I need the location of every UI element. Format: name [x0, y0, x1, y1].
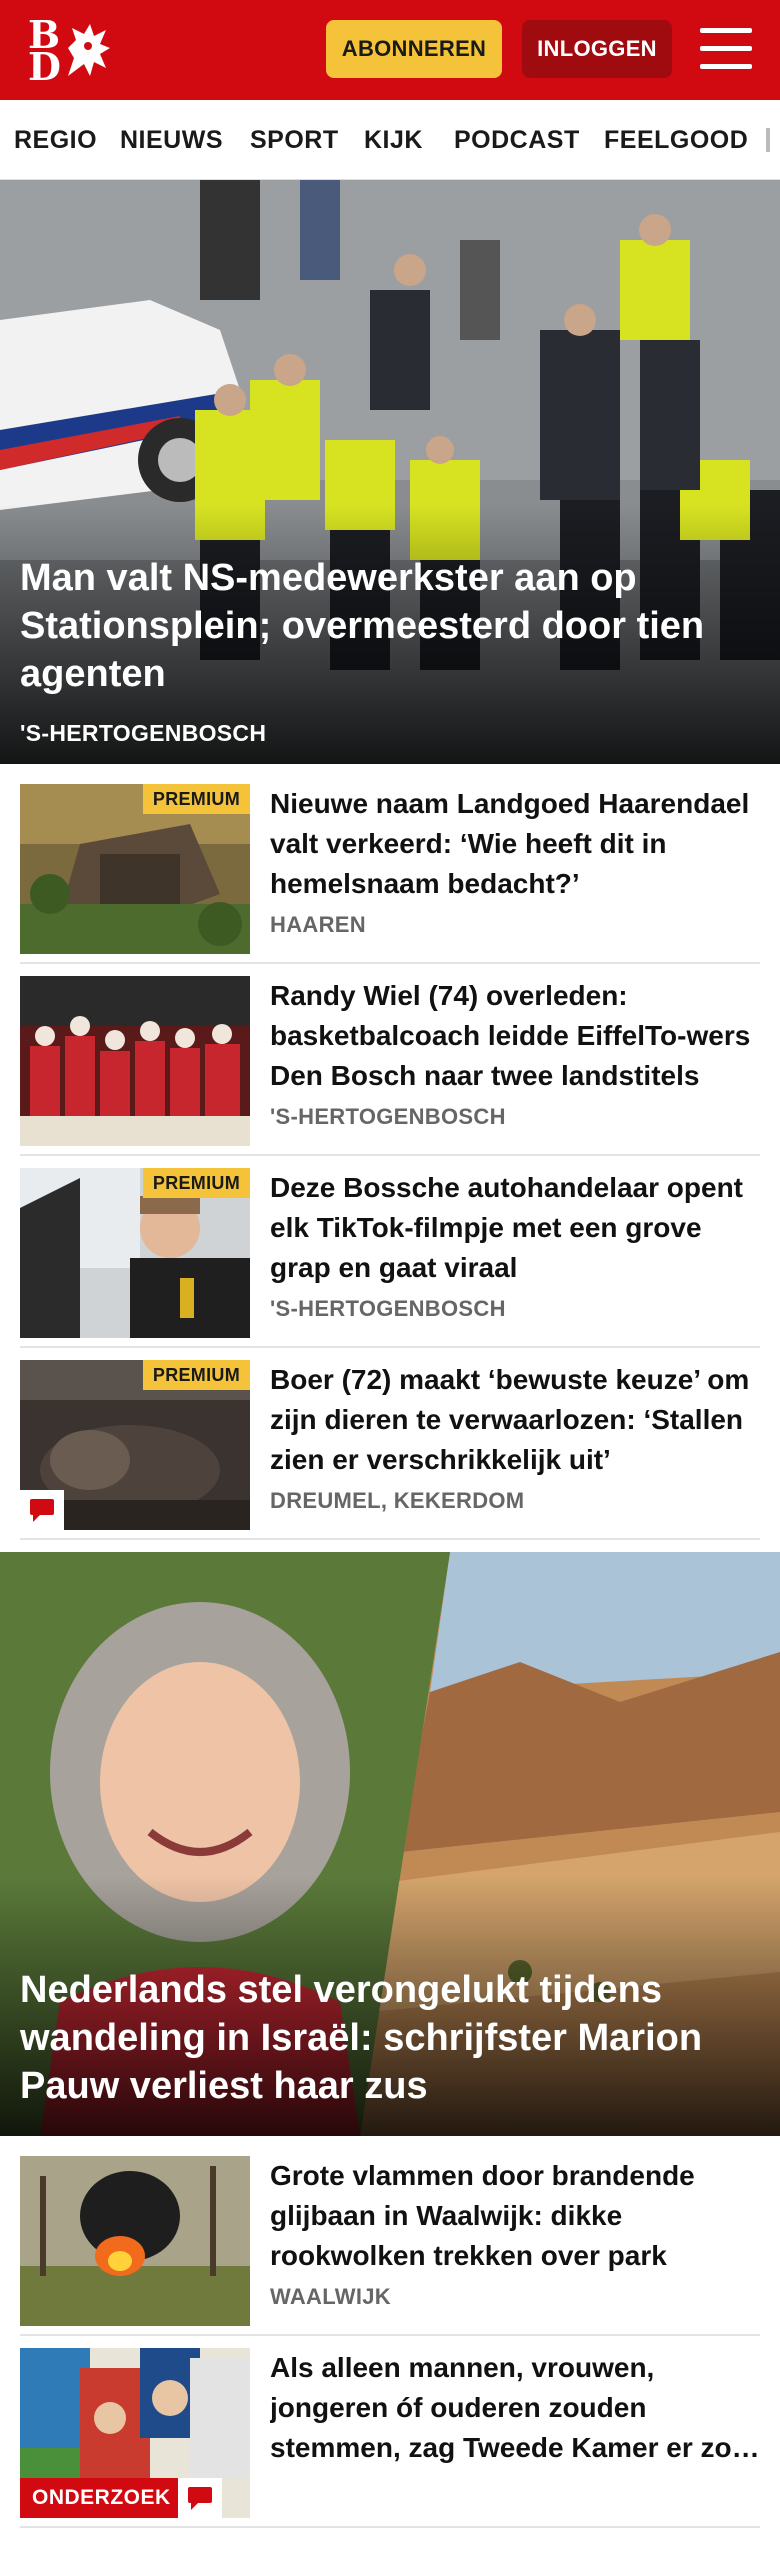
list-item[interactable]: PREMIUM Boer (72) maakt ‘bewuste keuze’ … [20, 1360, 760, 1540]
article-thumbnail [20, 976, 250, 1146]
hero-title[interactable]: Man valt NS-medewerkster aan op Stations… [20, 554, 760, 698]
onderzoek-badge: ONDERZOEK [20, 2478, 183, 2518]
hamburger-menu-icon[interactable] [700, 26, 752, 72]
section-nav: REGIO NIEUWS SPORT KIJK PODCAST FEELGOOD [0, 100, 780, 180]
article-location: 'S-HERTOGENBOSCH [270, 1104, 506, 1129]
article-title[interactable]: Nieuwe naam Landgoed Haarendael valt ver… [270, 784, 760, 904]
list-item[interactable]: PREMIUM Deze Bossche autohandelaar opent… [20, 1168, 760, 1348]
comment-icon[interactable] [20, 1490, 64, 1530]
comment-icon[interactable] [178, 2478, 222, 2518]
article-location: 'S-HERTOGENBOSCH [270, 1296, 506, 1321]
hero-article-2[interactable]: Nederlands stel verongelukt tijdens wand… [0, 1552, 780, 2136]
nav-overflow-indicator [766, 128, 770, 152]
list-item[interactable]: ONDERZOEK Als alleen mannen, vrouwen, jo… [20, 2348, 760, 2528]
article-location: DREUMEL, KEKERDOM [270, 1488, 525, 1513]
nav-item-podcast[interactable]: PODCAST [454, 100, 580, 179]
hero-title[interactable]: Nederlands stel verongelukt tijdens wand… [20, 1966, 760, 2110]
nav-item-feelgood[interactable]: FEELGOOD [604, 100, 748, 179]
article-title[interactable]: Deze Bossche autohandelaar opent elk Tik… [270, 1168, 760, 1288]
nav-item-sport[interactable]: SPORT [250, 100, 339, 179]
list-item[interactable]: PREMIUM Nieuwe naam Landgoed Haarendael … [20, 784, 760, 964]
list-item[interactable]: Grote vlammen door brandende glijbaan in… [20, 2156, 760, 2336]
subscribe-button[interactable]: ABONNEREN [326, 20, 502, 78]
premium-badge: PREMIUM [142, 1168, 250, 1198]
article-thumbnail: PREMIUM [20, 1168, 250, 1338]
article-title[interactable]: Als alleen mannen, vrouwen, jongeren óf … [270, 2348, 760, 2468]
thumb-photo-fire [20, 2156, 250, 2326]
article-thumbnail: ONDERZOEK [20, 2348, 250, 2518]
hero-location: 'S-HERTOGENBOSCH [20, 720, 267, 746]
top-bar: BD ABONNEREN INLOGGEN [0, 0, 780, 100]
premium-badge: PREMIUM [142, 1360, 250, 1390]
nav-item-kijk[interactable]: KIJK [364, 100, 423, 179]
hero-article-1[interactable]: Man valt NS-medewerkster aan op Stations… [0, 180, 780, 764]
dragon-icon [68, 24, 110, 76]
article-title[interactable]: Boer (72) maakt ‘bewuste keuze’ om zijn … [270, 1360, 760, 1480]
article-title[interactable]: Grote vlammen door brandende glijbaan in… [270, 2156, 760, 2276]
login-button[interactable]: INLOGGEN [522, 20, 672, 78]
brand-logo[interactable]: BD [26, 16, 116, 86]
article-thumbnail [20, 2156, 250, 2326]
premium-badge: PREMIUM [142, 784, 250, 814]
article-thumbnail: PREMIUM [20, 784, 250, 954]
nav-item-regio[interactable]: REGIO [14, 100, 97, 179]
article-location: WAALWIJK [270, 2284, 391, 2309]
list-item[interactable]: Randy Wiel (74) overleden: basketbalcoac… [20, 976, 760, 1156]
article-location: HAAREN [270, 912, 366, 937]
article-thumbnail: PREMIUM [20, 1360, 250, 1530]
thumb-photo-basketball-team [20, 976, 250, 1146]
article-title[interactable]: Randy Wiel (74) overleden: basketbalcoac… [270, 976, 760, 1096]
nav-item-nieuws[interactable]: NIEUWS [120, 100, 223, 179]
